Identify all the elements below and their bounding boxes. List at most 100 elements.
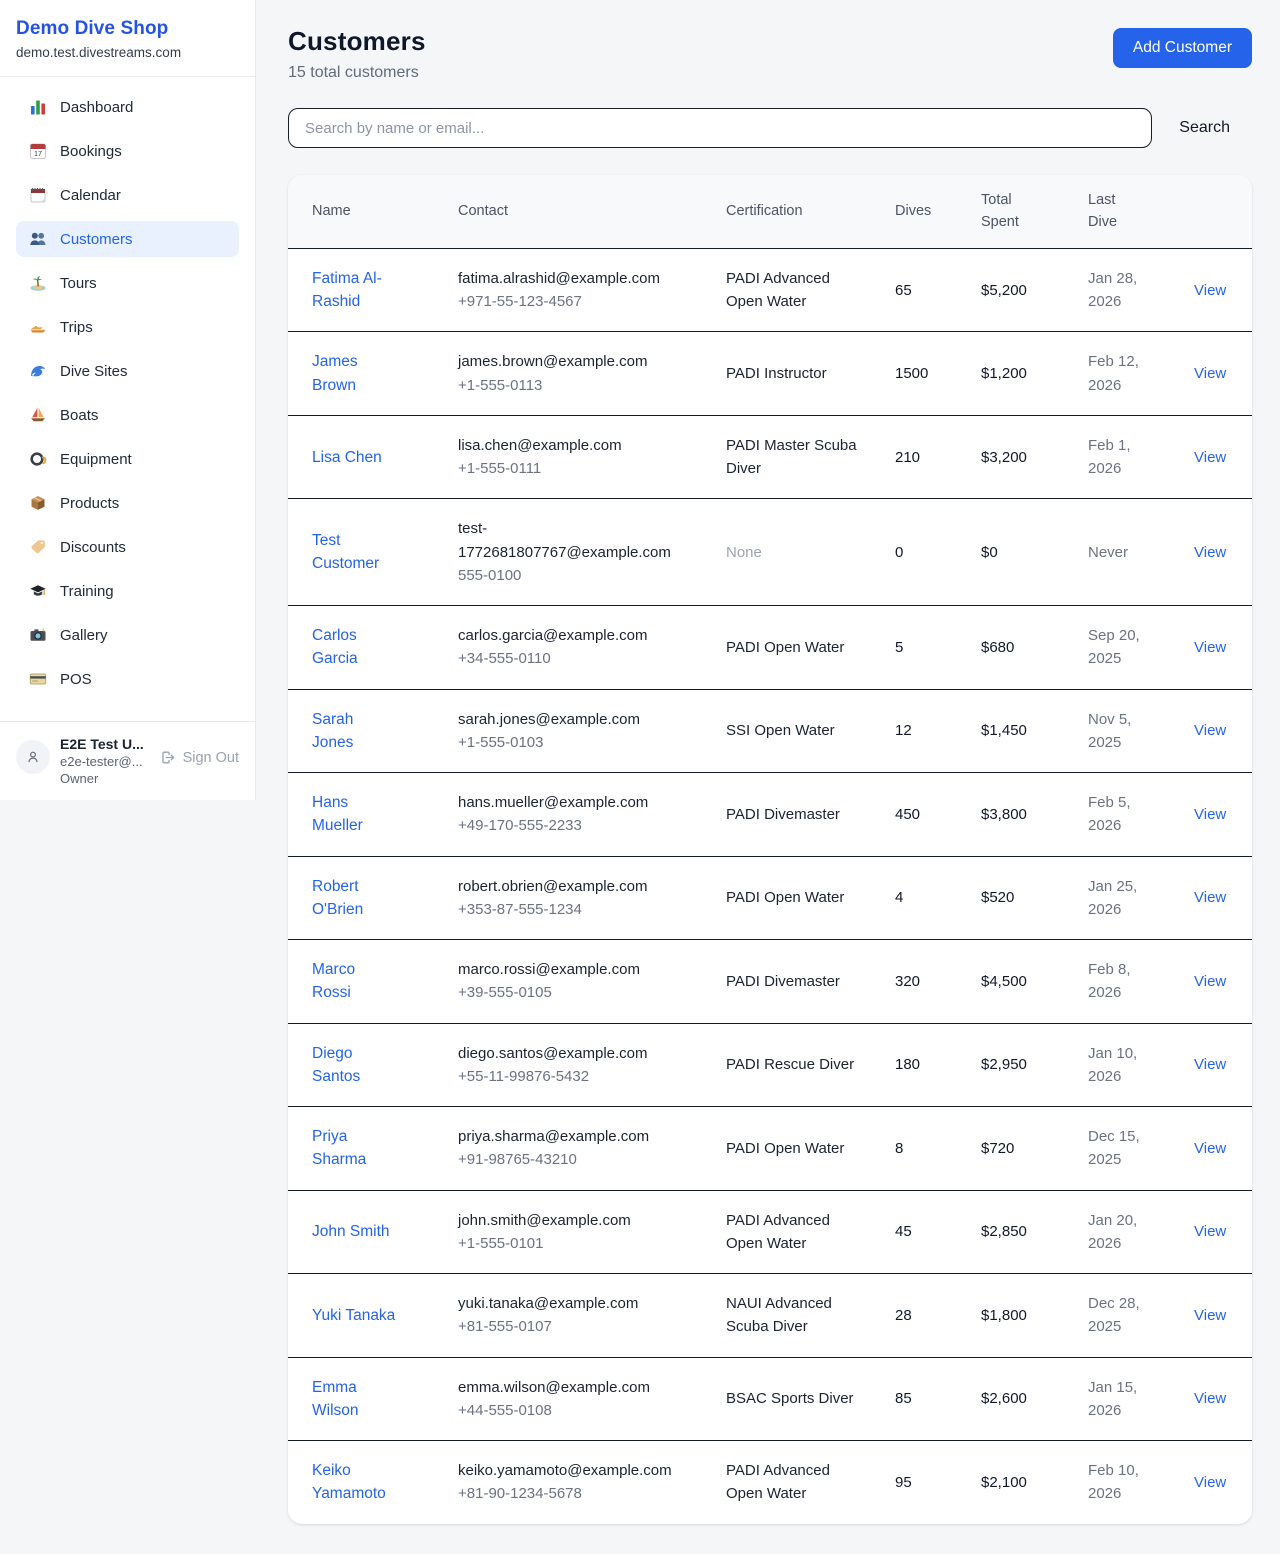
- customer-name-link[interactable]: John Smith: [312, 1220, 390, 1243]
- sidebar-item-products[interactable]: Products: [16, 485, 239, 521]
- view-customer-link[interactable]: View: [1194, 889, 1226, 906]
- view-customer-link[interactable]: View: [1194, 639, 1226, 656]
- view-customer-link[interactable]: View: [1194, 1140, 1226, 1157]
- customer-email: emma.wilson@example.com: [458, 1376, 691, 1399]
- search-button[interactable]: Search: [1179, 119, 1230, 137]
- shop-name: Demo Dive Shop: [16, 18, 239, 40]
- sidebar-item-pos[interactable]: POS: [16, 661, 239, 697]
- table-row: Robert O'Brien robert.obrien@example.com…: [288, 856, 1252, 940]
- sidebar-item-gallery[interactable]: Gallery: [16, 617, 239, 653]
- view-customer-link[interactable]: View: [1194, 282, 1226, 299]
- sidebar-item-tours[interactable]: Tours: [16, 265, 239, 301]
- customer-certification: PADI Advanced Open Water: [702, 1441, 871, 1524]
- customer-dives: 180: [871, 1023, 957, 1107]
- customer-name-link[interactable]: Robert O'Brien: [312, 875, 397, 922]
- column-header-contact: Contact: [434, 175, 702, 248]
- sidebar-item-calendar[interactable]: Calendar: [16, 177, 239, 213]
- customers-table-body: Fatima Al-Rashid fatima.alrashid@example…: [288, 248, 1252, 1523]
- view-customer-link[interactable]: View: [1194, 1056, 1226, 1073]
- customer-name-link[interactable]: Sarah Jones: [312, 708, 397, 755]
- add-customer-button[interactable]: Add Customer: [1113, 28, 1252, 68]
- customer-last-dive: Feb 5, 2026: [1064, 773, 1170, 857]
- customer-name-link[interactable]: James Brown: [312, 350, 397, 397]
- sign-out-button[interactable]: Sign Out: [159, 749, 239, 766]
- customer-certification: PADI Instructor: [702, 332, 871, 416]
- customer-dives: 450: [871, 773, 957, 857]
- customer-phone: +81-555-0107: [458, 1315, 694, 1338]
- customer-email: keiko.yamamoto@example.com: [458, 1459, 691, 1482]
- customer-name-link[interactable]: Emma Wilson: [312, 1376, 397, 1423]
- customer-total-spent: $680: [957, 606, 1064, 690]
- sidebar-item-equipment[interactable]: Equipment: [16, 441, 239, 477]
- view-customer-link[interactable]: View: [1194, 1390, 1226, 1407]
- table-row: Priya Sharma priya.sharma@example.com +9…: [288, 1107, 1252, 1191]
- sidebar-item-dive-sites[interactable]: Dive Sites: [16, 353, 239, 389]
- view-customer-link[interactable]: View: [1194, 365, 1226, 382]
- customer-email: james.brown@example.com: [458, 350, 691, 373]
- sidebar-item-label: Trips: [60, 319, 93, 336]
- customer-phone: +1-555-0103: [458, 731, 694, 754]
- customer-name-link[interactable]: Diego Santos: [312, 1042, 397, 1089]
- spiral-calendar-icon: [28, 185, 48, 205]
- customer-name-link[interactable]: Hans Mueller: [312, 791, 397, 838]
- customer-name-link[interactable]: Priya Sharma: [312, 1125, 397, 1172]
- customer-name-link[interactable]: Fatima Al-Rashid: [312, 267, 397, 314]
- customer-phone: +81-90-1234-5678: [458, 1482, 694, 1505]
- sidebar-item-label: Boats: [60, 407, 98, 424]
- view-customer-link[interactable]: View: [1194, 973, 1226, 990]
- sidebar-item-boats[interactable]: Boats: [16, 397, 239, 433]
- customer-last-dive: Never: [1064, 499, 1170, 606]
- customer-total-spent: $720: [957, 1107, 1064, 1191]
- avatar: [16, 740, 50, 774]
- customer-name-link[interactable]: Lisa Chen: [312, 446, 382, 469]
- customer-phone: 555-0100: [458, 564, 694, 587]
- customer-name-link[interactable]: Marco Rossi: [312, 958, 397, 1005]
- sidebar-item-trips[interactable]: Trips: [16, 309, 239, 345]
- sidebar-item-customers[interactable]: Customers: [16, 221, 239, 257]
- search-input[interactable]: [288, 108, 1152, 148]
- customer-total-spent: $5,200: [957, 248, 1064, 332]
- brand-block: Demo Dive Shop demo.test.divestreams.com: [0, 0, 255, 77]
- customer-total-spent: $2,100: [957, 1441, 1064, 1524]
- main-content: Customers 15 total customers Add Custome…: [256, 0, 1280, 1554]
- customers-table: Name Contact Certification Dives Total S…: [288, 175, 1252, 1524]
- table-row: John Smith john.smith@example.com +1-555…: [288, 1190, 1252, 1274]
- island-icon: [28, 273, 48, 293]
- customer-certification: PADI Advanced Open Water: [702, 1190, 871, 1274]
- sidebar-item-label: Training: [60, 583, 114, 600]
- people-icon: [28, 229, 48, 249]
- customer-name-link[interactable]: Yuki Tanaka: [312, 1304, 395, 1327]
- sidebar-item-discounts[interactable]: Discounts: [16, 529, 239, 565]
- view-customer-link[interactable]: View: [1194, 544, 1226, 561]
- package-icon: [28, 493, 48, 513]
- view-customer-link[interactable]: View: [1194, 1223, 1226, 1240]
- customer-dives: 210: [871, 415, 957, 499]
- view-customer-link[interactable]: View: [1194, 722, 1226, 739]
- column-header-total-spent: Total Spent: [957, 175, 1064, 248]
- view-customer-link[interactable]: View: [1194, 806, 1226, 823]
- customer-total-spent: $3,800: [957, 773, 1064, 857]
- view-customer-link[interactable]: View: [1194, 1474, 1226, 1491]
- customer-certification: BSAC Sports Diver: [702, 1357, 871, 1441]
- sidebar-item-bookings[interactable]: 17 Bookings: [16, 133, 239, 169]
- view-customer-link[interactable]: View: [1194, 1307, 1226, 1324]
- customer-email: diego.santos@example.com: [458, 1042, 691, 1065]
- customer-email: john.smith@example.com: [458, 1209, 691, 1232]
- sidebar-item-training[interactable]: Training: [16, 573, 239, 609]
- column-header-certification: Certification: [702, 175, 871, 248]
- customer-name-link[interactable]: Keiko Yamamoto: [312, 1459, 397, 1506]
- sidebar-item-dashboard[interactable]: Dashboard: [16, 89, 239, 125]
- user-role: Owner: [60, 771, 144, 786]
- customer-certification: PADI Advanced Open Water: [702, 248, 871, 332]
- customer-total-spent: $520: [957, 856, 1064, 940]
- sidebar-item-label: POS: [60, 671, 92, 688]
- sidebar-item-label: Customers: [60, 231, 133, 248]
- customer-phone: +353-87-555-1234: [458, 898, 694, 921]
- customer-name-link[interactable]: Carlos Garcia: [312, 624, 397, 671]
- customer-certification: PADI Divemaster: [702, 773, 871, 857]
- sign-out-icon: [159, 749, 176, 766]
- customer-last-dive: Feb 8, 2026: [1064, 940, 1170, 1024]
- table-row: Test Customer test-1772681807767@example…: [288, 499, 1252, 606]
- view-customer-link[interactable]: View: [1194, 449, 1226, 466]
- customer-name-link[interactable]: Test Customer: [312, 529, 397, 576]
